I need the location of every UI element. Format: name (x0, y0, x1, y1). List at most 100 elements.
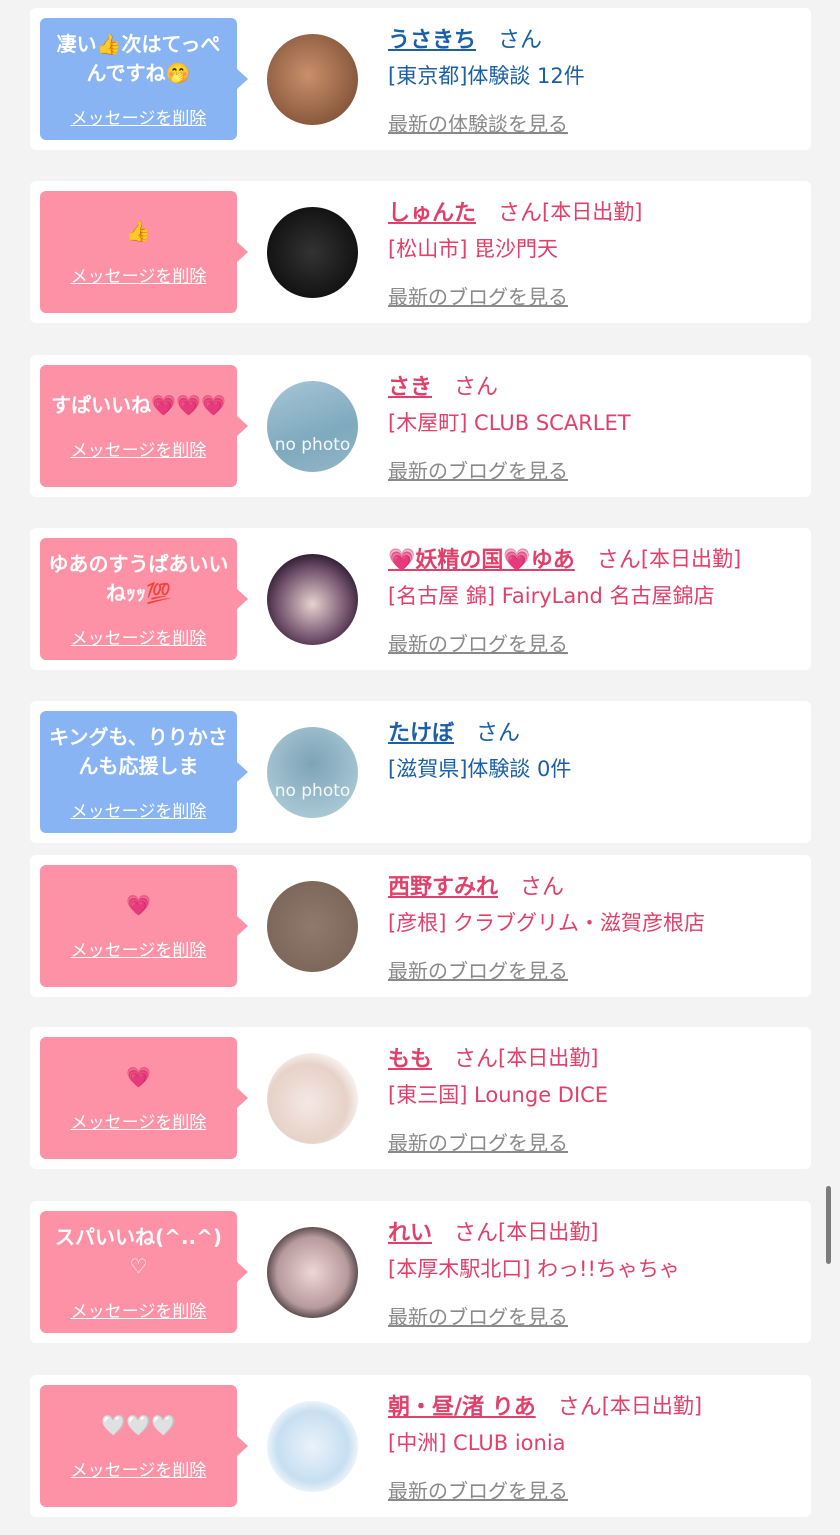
delete-message-button[interactable]: メッセージを削除 (71, 624, 207, 649)
list-item: 凄い👍次はてっぺんですね🤭 メッセージを削除 うさきち さん [東京都]体験談 … (30, 8, 811, 150)
profile-info: さき さん [木屋町] CLUB SCARLET 最新のブログを見る (388, 365, 798, 484)
message-text: キングも、りりかさんも応援しま (49, 724, 228, 778)
delete-message-button[interactable]: メッセージを削除 (71, 936, 207, 961)
message-bubble: 💗 メッセージを削除 (40, 1037, 248, 1159)
latest-posts-link[interactable]: 最新のブログを見る (388, 1127, 568, 1156)
honorific: さん (476, 721, 521, 746)
avatar[interactable] (267, 207, 358, 298)
message-bubble: ゆあのすうぱあいいねｯｯ💯 メッセージを削除 (40, 538, 248, 660)
profile-info: れい さん [本日出勤] [本厚木駅北口] わっ!!ちゃちゃ 最新のブログを見る (388, 1211, 798, 1330)
name-row: 西野すみれ さん (388, 865, 798, 905)
honorific: さん (596, 548, 641, 573)
attendance-status: [本日出勤] (542, 200, 643, 224)
profile-name-link[interactable]: 朝・昼/渚 りあ (388, 1389, 536, 1421)
shop-detail: [名古屋 錦] FairyLand 名古屋錦店 (388, 584, 715, 608)
message-text: 💗 (126, 893, 151, 917)
avatar[interactable] (267, 1227, 358, 1318)
latest-posts-link[interactable]: 最新のブログを見る (388, 455, 568, 484)
avatar[interactable] (267, 554, 358, 645)
avatar[interactable] (267, 1401, 358, 1492)
avatar[interactable] (267, 1053, 358, 1144)
message-text: スパいいね(^..^)♡ (55, 1224, 222, 1278)
list-item: キングも、りりかさんも応援しま メッセージを削除 no photo たけぼ さん… (30, 701, 811, 843)
message-text: ゆあのすうぱあいいねｯｯ💯 (48, 551, 229, 605)
list-item: ゆあのすうぱあいいねｯｯ💯 メッセージを削除 💗妖精の国💗ゆあ さん [本日出勤… (30, 528, 811, 670)
list-item: スパいいね(^..^)♡ メッセージを削除 れい さん [本日出勤] [本厚木駅… (30, 1201, 811, 1343)
delete-message-button[interactable]: メッセージを削除 (71, 262, 207, 287)
honorific: さん (557, 1395, 602, 1420)
name-row: 朝・昼/渚 りあ さん [本日出勤] (388, 1385, 798, 1425)
name-row: れい さん [本日出勤] (388, 1211, 798, 1251)
name-row: しゅんた さん [本日出勤] (388, 191, 798, 231)
attendance-status: [本日出勤] (640, 547, 742, 571)
profile-info: 💗妖精の国💗ゆあ さん [本日出勤] [名古屋 錦] FairyLand 名古屋… (388, 538, 798, 657)
delete-message-button[interactable]: メッセージを削除 (71, 104, 207, 129)
profile-name-link[interactable]: うさきち (388, 22, 476, 54)
message-text: 💗 (126, 1065, 151, 1089)
latest-posts-link[interactable]: 最新のブログを見る (388, 1301, 568, 1330)
avatar[interactable]: no photo (267, 727, 358, 818)
name-row: 💗妖精の国💗ゆあ さん [本日出勤] (388, 538, 798, 578)
list-item: 💗 メッセージを削除 西野すみれ さん [彦根] クラブグリム・滋賀彦根店 最新… (30, 855, 811, 997)
message-bubble: 凄い👍次はてっぺんですね🤭 メッセージを削除 (40, 18, 248, 140)
honorific: さん (498, 28, 543, 53)
attendance-status: [本日出勤] (498, 1046, 599, 1070)
shop-detail: [滋賀県]体験談 0件 (388, 757, 572, 781)
honorific: さん (498, 201, 543, 226)
name-row: さき さん (388, 365, 798, 405)
profile-info: うさきち さん [東京都]体験談 12件 最新の体験談を見る (388, 18, 798, 137)
delete-message-button[interactable]: メッセージを削除 (71, 436, 207, 461)
profile-info: 朝・昼/渚 りあ さん [本日出勤] [中洲] CLUB ionia 最新のブロ… (388, 1385, 798, 1504)
name-row: たけぼ さん (388, 711, 798, 751)
list-item: 👍 メッセージを削除 しゅんた さん [本日出勤] [松山市] 毘沙門天 最新の… (30, 181, 811, 323)
latest-posts-link[interactable]: 最新のブログを見る (388, 1475, 568, 1504)
latest-posts-link[interactable]: 最新のブログを見る (388, 955, 568, 984)
latest-posts-link[interactable]: 最新のブログを見る (388, 281, 568, 310)
profile-name-link[interactable]: しゅんた (388, 195, 476, 227)
honorific: さん (520, 875, 565, 900)
message-text: 👍 (126, 219, 151, 243)
profile-name-link[interactable]: 💗妖精の国💗ゆあ (388, 542, 575, 574)
honorific: さん (454, 1047, 499, 1072)
profile-name-link[interactable]: もも (388, 1041, 432, 1073)
list-item: 🤍🤍🤍 メッセージを削除 朝・昼/渚 りあ さん [本日出勤] [中洲] CLU… (30, 1375, 811, 1517)
message-text: すぱいいね💗💗💗 (51, 393, 226, 417)
shop-detail: [木屋町] CLUB SCARLET (388, 411, 631, 435)
name-row: もも さん [本日出勤] (388, 1037, 798, 1077)
message-bubble: 💗 メッセージを削除 (40, 865, 248, 987)
profile-name-link[interactable]: 西野すみれ (388, 869, 498, 901)
list-item: 💗 メッセージを削除 もも さん [本日出勤] [東三国] Lounge DIC… (30, 1027, 811, 1169)
shop-detail: [東京都]体験談 12件 (388, 64, 585, 88)
profile-name-link[interactable]: さき (388, 369, 432, 401)
delete-message-button[interactable]: メッセージを削除 (71, 1297, 207, 1322)
shop-detail: [中洲] CLUB ionia (388, 1431, 566, 1455)
shop-detail: [彦根] クラブグリム・滋賀彦根店 (388, 911, 706, 935)
shop-detail: [本厚木駅北口] わっ!!ちゃちゃ (388, 1257, 680, 1281)
avatar[interactable] (267, 34, 358, 125)
profile-name-link[interactable]: たけぼ (388, 715, 454, 747)
message-text: 凄い👍次はてっぺんですね🤭 (56, 31, 221, 85)
attendance-status: [本日出勤] (601, 1394, 703, 1418)
message-bubble: 👍 メッセージを削除 (40, 191, 248, 313)
shop-detail: [松山市] 毘沙門天 (388, 237, 559, 261)
latest-posts-link[interactable]: 最新の体験談を見る (388, 108, 568, 137)
message-text: 🤍🤍🤍 (101, 1413, 176, 1437)
avatar[interactable]: no photo (267, 381, 358, 472)
delete-message-button[interactable]: メッセージを削除 (71, 1108, 207, 1133)
profile-info: 西野すみれ さん [彦根] クラブグリム・滋賀彦根店 最新のブログを見る (388, 865, 798, 984)
shop-detail: [東三国] Lounge DICE (388, 1083, 609, 1107)
profile-name-link[interactable]: れい (388, 1215, 432, 1247)
message-bubble: スパいいね(^..^)♡ メッセージを削除 (40, 1211, 248, 1333)
delete-message-button[interactable]: メッセージを削除 (71, 1456, 207, 1481)
delete-message-button[interactable]: メッセージを削除 (71, 797, 207, 822)
profile-info: もも さん [本日出勤] [東三国] Lounge DICE 最新のブログを見る (388, 1037, 798, 1156)
no-photo-label: no photo (274, 781, 351, 801)
honorific: さん (454, 375, 499, 400)
avatar[interactable] (267, 881, 358, 972)
message-bubble: キングも、りりかさんも応援しま メッセージを削除 (40, 711, 248, 833)
attendance-status: [本日出勤] (498, 1220, 599, 1244)
scrollbar[interactable] (826, 1186, 831, 1264)
latest-posts-link[interactable]: 最新のブログを見る (388, 628, 568, 657)
list-item: すぱいいね💗💗💗 メッセージを削除 no photo さき さん [木屋町] C… (30, 355, 811, 497)
honorific: さん (454, 1221, 499, 1246)
